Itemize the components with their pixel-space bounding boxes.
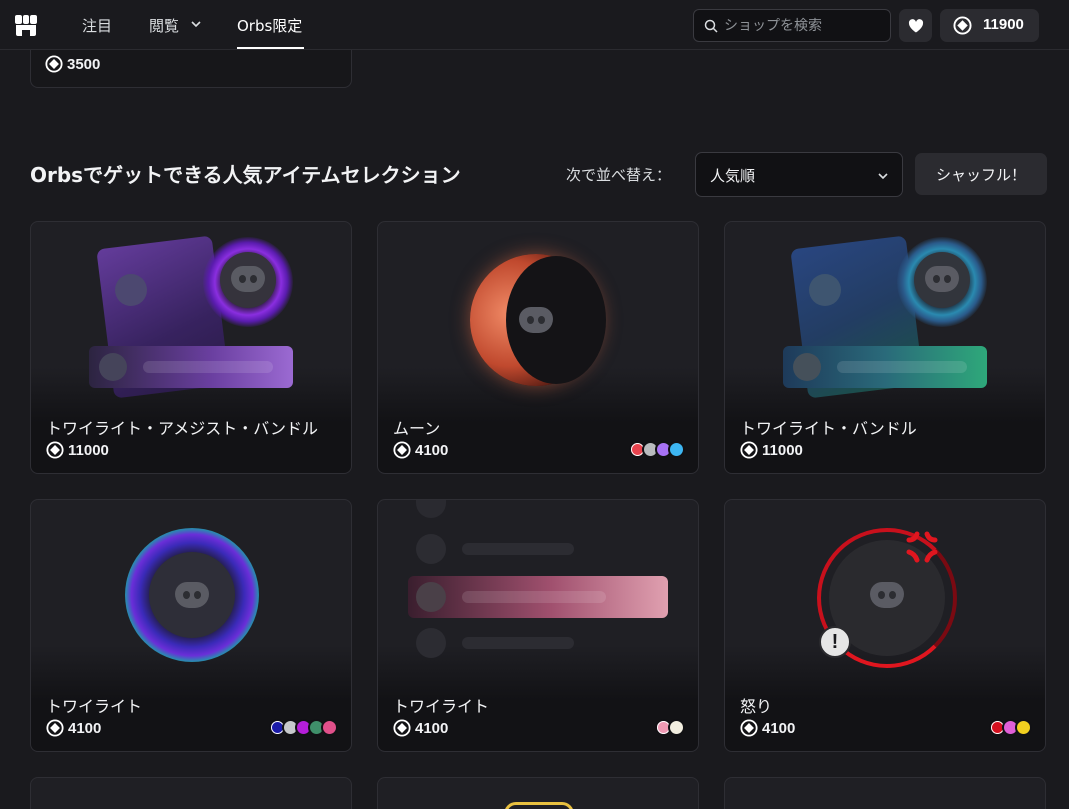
item-price: 4100 bbox=[740, 719, 795, 737]
anger-mark-icon bbox=[906, 531, 938, 563]
item-price-value: 4100 bbox=[415, 441, 449, 459]
item-price: 11000 bbox=[740, 441, 803, 459]
heart-icon bbox=[908, 18, 923, 32]
tab-orbs-exclusive[interactable]: Orbs限定 bbox=[237, 15, 302, 36]
item-card[interactable]: ムーン 4100 bbox=[377, 221, 699, 474]
halo-preview bbox=[504, 802, 574, 809]
item-card[interactable]: ! 怒り 4100 bbox=[724, 499, 1046, 752]
top-nav: 注目 閲覧 Orbs限定 11900 bbox=[0, 0, 1069, 50]
item-card[interactable] bbox=[30, 777, 352, 809]
tab-browse[interactable]: 閲覧 bbox=[149, 15, 202, 36]
item-name: トワイライト bbox=[393, 697, 490, 716]
shuffle-button[interactable]: シャッフル！ bbox=[915, 153, 1047, 195]
orbs-balance-button[interactable]: 11900 bbox=[940, 9, 1039, 42]
item-card[interactable]: トワイライト 4100 bbox=[377, 499, 699, 752]
item-price: 4100 bbox=[393, 441, 448, 459]
color-swatch[interactable] bbox=[668, 719, 685, 736]
item-name: トワイライト・アメジスト・バンドル bbox=[46, 419, 319, 438]
orb-icon bbox=[953, 16, 972, 35]
item-card[interactable]: トワイライト・アメジスト・バンドル 11000 bbox=[30, 221, 352, 474]
tab-featured[interactable]: 注目 bbox=[82, 15, 112, 36]
color-swatch[interactable] bbox=[668, 441, 685, 458]
item-price: 4100 bbox=[46, 719, 101, 737]
item-price: 11000 bbox=[46, 441, 109, 459]
item-price: 4100 bbox=[393, 719, 448, 737]
orb-icon bbox=[46, 719, 64, 737]
chevron-down-icon bbox=[878, 173, 888, 180]
shop-logo-icon[interactable] bbox=[14, 13, 38, 37]
orb-icon bbox=[45, 55, 63, 73]
item-price-value: 4100 bbox=[762, 719, 796, 737]
item-card[interactable] bbox=[724, 777, 1046, 809]
item-price-value: 3500 bbox=[67, 55, 101, 73]
item-card[interactable]: トワイライト 4100 bbox=[30, 499, 352, 752]
item-name: トワイライト bbox=[46, 697, 143, 716]
orbs-balance-value: 11900 bbox=[983, 16, 1024, 33]
wishlist-button[interactable] bbox=[899, 9, 932, 42]
color-swatch[interactable] bbox=[321, 719, 338, 736]
item-price-value: 11000 bbox=[68, 441, 109, 459]
sort-label: 次で並べ替え： bbox=[566, 166, 672, 184]
search-input[interactable] bbox=[724, 10, 884, 41]
item-name: 怒り bbox=[740, 697, 773, 716]
sort-dropdown-value: 人気順 bbox=[710, 167, 756, 185]
tab-browse-label: 閲覧 bbox=[149, 17, 180, 35]
orb-icon bbox=[740, 441, 758, 459]
exclamation-icon: ! bbox=[819, 626, 851, 658]
chevron-down-icon bbox=[191, 21, 201, 28]
color-swatches bbox=[989, 719, 1032, 736]
orb-icon bbox=[740, 719, 758, 737]
color-swatches bbox=[655, 719, 685, 736]
color-swatches bbox=[269, 719, 338, 736]
orb-icon bbox=[393, 441, 411, 459]
item-card[interactable] bbox=[377, 777, 699, 809]
orb-icon bbox=[46, 441, 64, 459]
item-name: ムーン bbox=[393, 419, 441, 438]
color-swatch[interactable] bbox=[1015, 719, 1032, 736]
active-tab-indicator bbox=[237, 47, 304, 49]
section-title: Orbsでゲットできる人気アイテムセレクション bbox=[30, 163, 461, 187]
search-icon bbox=[704, 19, 718, 33]
item-card[interactable]: トワイライト・バンドル 11000 bbox=[724, 221, 1046, 474]
orb-icon bbox=[393, 719, 411, 737]
search-box[interactable] bbox=[693, 9, 891, 42]
item-price-value: 4100 bbox=[68, 719, 102, 737]
item-price: 3500 bbox=[45, 55, 100, 73]
color-swatches bbox=[629, 441, 685, 458]
item-price-value: 11000 bbox=[762, 441, 803, 459]
item-name: トワイライト・バンドル bbox=[740, 419, 917, 438]
sort-dropdown[interactable]: 人気順 bbox=[695, 152, 903, 197]
item-price-value: 4100 bbox=[415, 719, 449, 737]
